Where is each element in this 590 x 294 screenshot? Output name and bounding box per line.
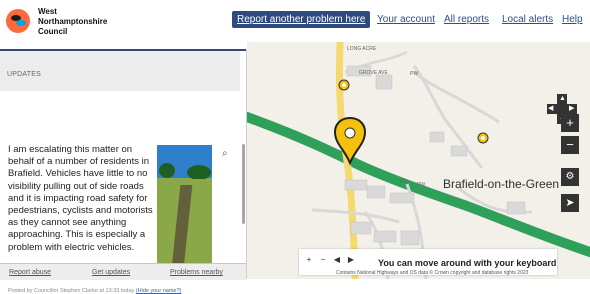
- building: [373, 230, 397, 243]
- report-abuse-link[interactable]: Report abuse: [9, 269, 51, 276]
- help-link[interactable]: Help: [562, 14, 583, 25]
- key-plus-icon[interactable]: +: [304, 255, 314, 265]
- building: [366, 185, 386, 199]
- pan-right-icon[interactable]: ▶: [569, 105, 574, 112]
- site-header: West Northamptonshire Council Report ano…: [0, 0, 590, 42]
- update-body-text: I am escalating this matter on behalf of…: [8, 144, 153, 253]
- building: [344, 179, 368, 191]
- problems-nearby-link[interactable]: Problems nearby: [170, 269, 223, 276]
- your-account-link[interactable]: Your account: [377, 14, 435, 25]
- road-north: [412, 65, 484, 169]
- update-posted-by: Posted by Councillor Stephen Clarke at 1…: [8, 288, 181, 294]
- magnifier-icon[interactable]: ⌕: [222, 148, 228, 159]
- zoom-out-button[interactable]: −: [561, 136, 579, 154]
- council-logo-mark: [6, 9, 30, 33]
- small-pin-icon-1: [338, 79, 350, 91]
- map-label-pw-mid: PW: [417, 182, 426, 188]
- logo-line-northamptonshire: Northamptonshire: [38, 17, 108, 26]
- local-alerts-link[interactable]: Local alerts: [502, 14, 553, 25]
- map-label-pw-top: PW: [410, 71, 419, 77]
- logo-line-council: Council: [38, 27, 68, 36]
- map-area[interactable]: LONG ACRE GROVE AVE PW PO PW Brafield-on…: [247, 42, 590, 279]
- building: [375, 74, 393, 90]
- sidebar-footer: Report abuse Get updates Problems nearby: [0, 263, 246, 280]
- pan-left-icon[interactable]: ◀: [548, 105, 553, 112]
- key-left-icon[interactable]: ◀: [332, 255, 342, 265]
- updates-section-header: UPDATES: [0, 51, 240, 91]
- hide-name-link[interactable]: (Hide your name?): [136, 288, 182, 294]
- small-pin-icon-2: [477, 132, 489, 144]
- get-updates-link[interactable]: Get updates: [92, 269, 130, 276]
- map-svg: [247, 42, 590, 279]
- building: [450, 145, 468, 157]
- building: [506, 201, 526, 215]
- map-label-grove: GROVE AVE: [359, 70, 388, 76]
- key-right-icon[interactable]: ▶: [346, 255, 356, 265]
- locate-icon[interactable]: ➤: [561, 194, 579, 212]
- map-label-po: PO: [400, 179, 408, 185]
- all-reports-link[interactable]: All reports: [444, 14, 489, 25]
- keyboard-hint-text: You can move around with your keyboard: [378, 258, 557, 268]
- updates-title: UPDATES: [7, 71, 41, 78]
- council-logo[interactable]: West Northamptonshire Council: [6, 6, 176, 38]
- layers-icon[interactable]: ⚙: [561, 168, 579, 186]
- posted-by-text: Posted by Councillor Stephen Clarke at 1…: [8, 288, 135, 294]
- building: [400, 230, 420, 246]
- update-photo[interactable]: [157, 145, 212, 268]
- map-attribution: Contains National Highways and OS data ©…: [336, 270, 529, 276]
- logo-line-west: West: [38, 7, 57, 16]
- updates-sidebar: UPDATES I am escalating this matter on b…: [0, 49, 247, 294]
- building: [429, 131, 445, 143]
- road-north-east: [413, 70, 500, 124]
- building: [389, 192, 415, 204]
- zoom-in-button[interactable]: +: [561, 114, 579, 132]
- council-logo-text: West Northamptonshire Council: [38, 7, 107, 37]
- pan-up-icon[interactable]: ▲: [559, 95, 566, 102]
- report-another-problem-button[interactable]: Report another problem here: [232, 11, 371, 28]
- sidebar-scrollbar[interactable]: [242, 144, 245, 224]
- map-label-long-acre: LONG ACRE: [347, 46, 377, 52]
- key-minus-icon[interactable]: −: [318, 255, 328, 265]
- tree-shape: [187, 165, 211, 180]
- map-place-label: Brafield-on-the-Green: [443, 177, 560, 191]
- tree-shape: [159, 163, 175, 178]
- building: [350, 221, 372, 235]
